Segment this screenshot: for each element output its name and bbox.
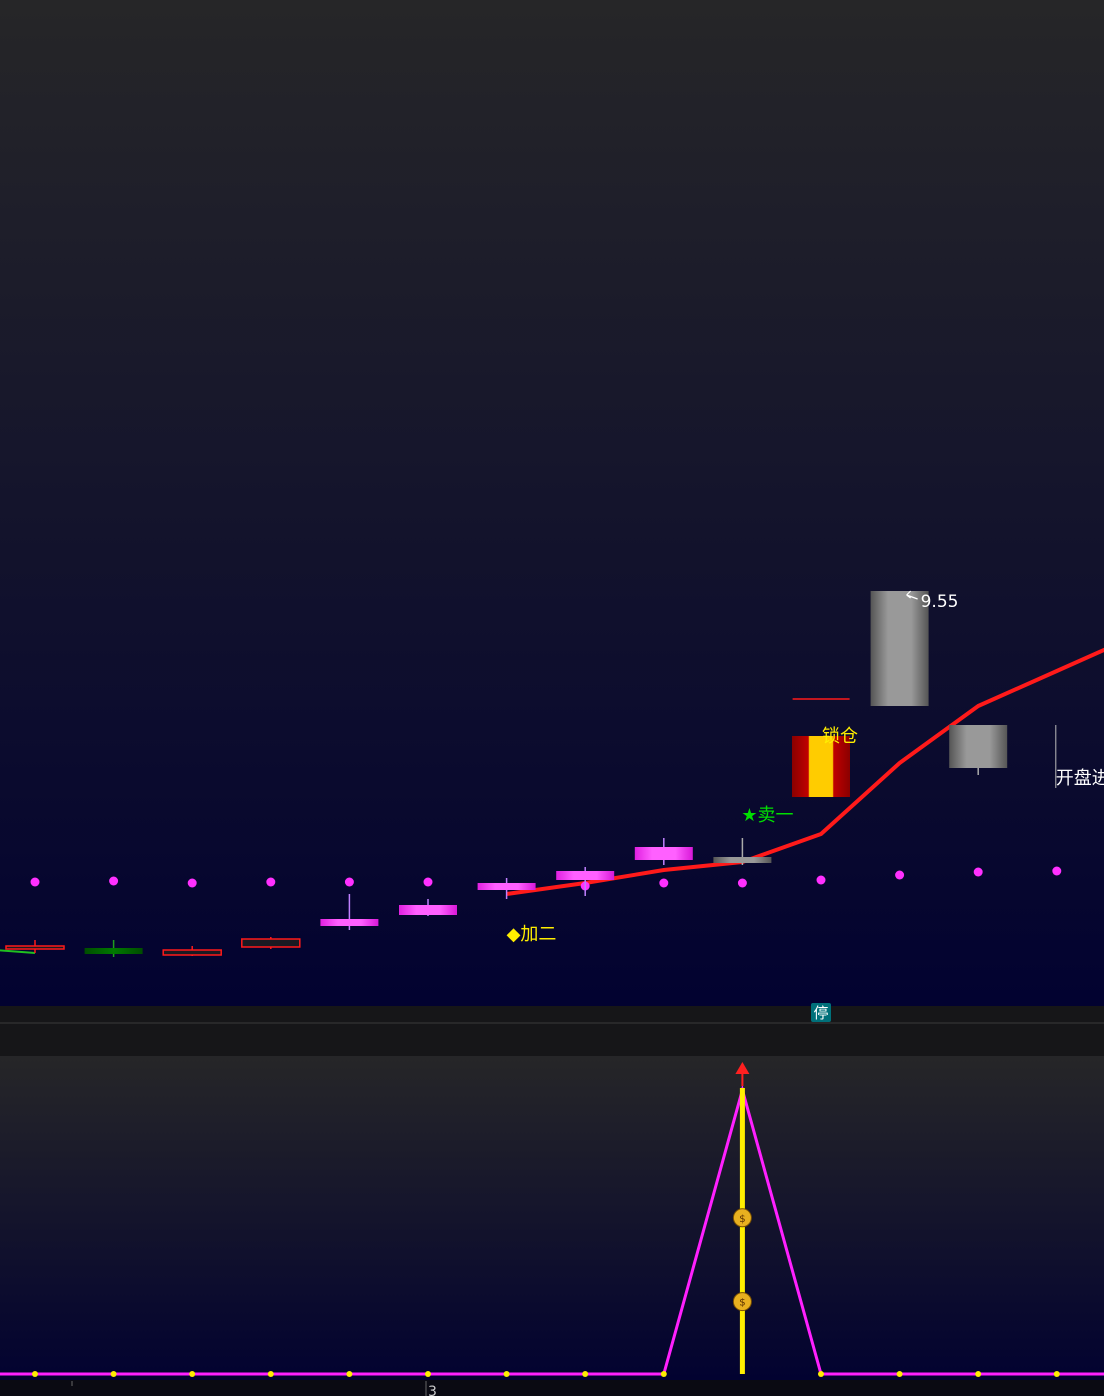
indicator-dot xyxy=(896,1371,903,1377)
chart-stage: $ $3 9.55 ◆加二 ★卖一 锁仓开盘进停 xyxy=(0,0,1104,1396)
annotation-label: 锁仓 xyxy=(822,726,858,747)
candle-body xyxy=(713,857,772,863)
indicator-dot xyxy=(818,1371,824,1377)
candle-body xyxy=(320,919,379,926)
annotation-label: 开盘进 xyxy=(1056,768,1104,789)
dot-marker xyxy=(423,877,433,887)
candle-body xyxy=(241,938,301,948)
indicator-dot xyxy=(503,1371,510,1377)
indicator-dot xyxy=(425,1371,431,1377)
candlestick-chart[interactable]: $ $3 9.55 ◆加二 ★卖一 锁仓开盘进停 xyxy=(0,0,1104,1396)
indicator-dot xyxy=(110,1371,117,1377)
indicator-dot xyxy=(582,1371,589,1377)
money-bag-glyph: $ xyxy=(739,1298,745,1309)
candle-body xyxy=(634,847,693,860)
candle-body xyxy=(162,949,222,956)
dot-marker xyxy=(816,875,826,885)
dot-marker xyxy=(187,878,197,888)
main-panel-bg xyxy=(0,0,1104,1006)
indicator-dot xyxy=(32,1371,38,1377)
indicator-panel-bg xyxy=(0,1056,1104,1380)
candle-body xyxy=(949,725,1008,768)
dot-marker xyxy=(30,877,40,887)
x-axis-strip xyxy=(0,1380,1104,1396)
high-price-label: 9.55 xyxy=(921,592,959,612)
candle-body xyxy=(399,905,457,915)
annotation-label: ★卖一 xyxy=(741,805,793,826)
candle-body xyxy=(84,948,143,954)
dot-marker xyxy=(266,877,276,887)
indicator-dot xyxy=(975,1371,982,1377)
indicator-dot xyxy=(189,1371,196,1377)
money-bag-glyph: $ xyxy=(739,1214,745,1225)
candle-body xyxy=(5,945,65,950)
dot-marker xyxy=(344,877,354,887)
dot-marker xyxy=(1052,866,1062,876)
dot-marker xyxy=(659,878,669,888)
dot-marker xyxy=(973,867,983,877)
candle-body xyxy=(556,871,615,880)
indicator-dot xyxy=(660,1371,667,1377)
x-tick-label: 3 xyxy=(428,1384,437,1396)
annotation-label: ◆加二 xyxy=(507,924,557,945)
dot-marker xyxy=(895,870,905,880)
indicator-dot xyxy=(1053,1371,1060,1377)
indicator-dot xyxy=(267,1371,274,1377)
panel-separator xyxy=(0,1006,1104,1056)
dot-marker xyxy=(737,878,747,888)
dot-marker xyxy=(109,876,119,886)
indicator-dot xyxy=(346,1371,353,1377)
limit-up-badge-text: 停 xyxy=(813,1004,828,1022)
candle-body xyxy=(477,883,536,890)
